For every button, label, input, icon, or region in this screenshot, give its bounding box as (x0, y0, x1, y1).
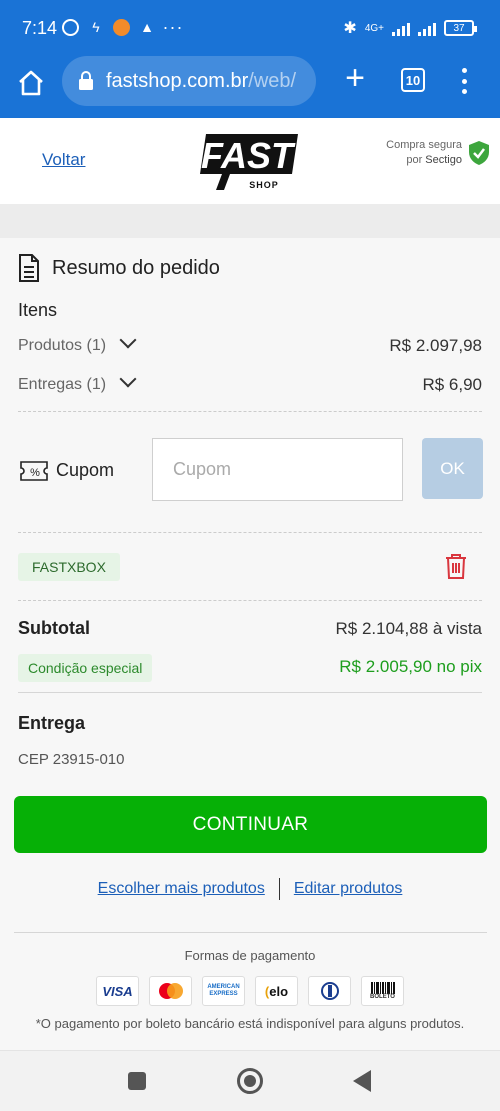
edit-products-link[interactable]: Editar produtos (294, 880, 403, 898)
url-host: fastshop.com.br (106, 69, 249, 92)
shield-check-icon (469, 141, 489, 165)
browser-toolbar: fastshop.com.br/web/ + 10 (0, 56, 500, 118)
status-indicators: ✱ 4G+ 37 (343, 18, 477, 38)
lock-icon (79, 71, 93, 90)
products-row[interactable]: Produtos (1) R$ 2.097,98 (18, 331, 482, 356)
secure-line2: por Sectigo (386, 153, 462, 168)
shipping-heading: Entrega (18, 713, 86, 733)
coupon-label-text: Cupom (56, 460, 115, 480)
fastshop-logo[interactable]: FAST SHOP (200, 128, 300, 192)
secure-by: por (406, 154, 423, 166)
logo-text: FAST (201, 135, 296, 176)
amex-icon: AMERICAN EXPRESS (202, 976, 245, 1006)
alarm-icon (62, 18, 79, 36)
logo-subtext: SHOP (249, 180, 279, 190)
trash-icon[interactable] (444, 552, 468, 580)
secure-brand: Sectigo (425, 154, 462, 166)
overflow-menu-icon[interactable] (456, 66, 472, 96)
diners-icon (308, 976, 351, 1006)
system-navigation-bar (0, 1050, 500, 1111)
diners-logo (320, 982, 339, 1000)
shipping-cep: CEP 23915-010 (18, 751, 125, 768)
elo-icon: (elo (255, 976, 298, 1006)
network-type: 4G+ (364, 22, 384, 34)
divider (14, 932, 487, 933)
coupon-ok-button[interactable]: OK (422, 438, 483, 499)
products-toggle[interactable]: Produtos (1) (18, 331, 137, 355)
divider (18, 692, 482, 693)
chevron-down-icon (119, 370, 137, 388)
pix-price: R$ 2.005,90 no pix (339, 657, 482, 676)
payment-methods-list: VISA AMERICAN EXPRESS (elo BOLETO (0, 976, 500, 1006)
applied-coupon-badge: FASTXBOX (18, 553, 120, 581)
coupon-input[interactable] (152, 438, 403, 501)
boleto-icon: BOLETO (361, 976, 404, 1006)
address-bar[interactable]: fastshop.com.br/web/ (62, 56, 316, 106)
app-notification-icon (113, 18, 130, 36)
delivery-toggle[interactable]: Entregas (1) (18, 370, 137, 394)
status-bar: 7:14 ϟ ▲ ··· ✱ 4G+ 37 (0, 0, 500, 56)
mastercard-icon (149, 976, 192, 1006)
status-time: 7:14 (22, 18, 58, 38)
signal-icon (392, 20, 410, 36)
products-label: Produtos (1) (18, 337, 107, 354)
chevron-down-icon (119, 331, 137, 349)
svg-text:%: % (30, 467, 40, 479)
new-tab-icon[interactable]: + (340, 61, 370, 95)
more-notifications-icon: ··· (162, 16, 184, 37)
order-summary-panel: Resumo do pedido Itens Produtos (1) R$ 2… (0, 238, 500, 1050)
items-heading: Itens (18, 300, 58, 320)
coupon-label: % Cupom (20, 460, 114, 481)
site-header: Voltar FAST SHOP Compra segura por Secti… (0, 118, 500, 204)
tab-switcher-button[interactable]: 10 (401, 68, 425, 92)
secure-text: Compra segura por Sectigo (386, 138, 462, 168)
signal-icon-2 (418, 20, 436, 36)
back-link[interactable]: Voltar (42, 150, 85, 170)
boleto-note: *O pagamento por boleto bancário está in… (35, 1016, 465, 1031)
products-value: R$ 2.097,98 (389, 336, 482, 355)
coupon-ticket-icon: % (20, 460, 48, 481)
special-condition-badge: Condição especial (18, 654, 153, 682)
summary-title-row: Resumo do pedido (18, 254, 220, 282)
document-icon (19, 254, 39, 282)
back-button[interactable] (353, 1070, 371, 1092)
mastercard-logo (158, 983, 183, 999)
page-title: Resumo do pedido (52, 256, 220, 279)
visa-icon: VISA (96, 976, 139, 1006)
continue-button[interactable]: CONTINUAR (14, 796, 487, 853)
delivery-label: Entregas (1) (18, 376, 107, 393)
boleto-text: BOLETO (370, 994, 395, 1000)
amex-text: AMERICAN EXPRESS (207, 984, 240, 997)
link-separator (278, 878, 280, 900)
visa-text: VISA (102, 983, 133, 999)
secure-line1: Compra segura (386, 139, 462, 151)
subtotal-label: Subtotal (18, 618, 90, 638)
elo-text: elo (269, 983, 289, 999)
delivery-row[interactable]: Entregas (1) R$ 6,90 (18, 370, 482, 395)
notification-icons: ϟ ▲ ··· (62, 16, 184, 37)
divider (18, 411, 482, 412)
bolt-icon: ϟ (92, 19, 100, 35)
url-path: /web/ (248, 69, 297, 92)
delivery-value: R$ 6,90 (422, 375, 482, 394)
payment-methods-title: Formas de pagamento (184, 948, 316, 963)
drive-icon: ▲ (140, 19, 154, 35)
home-icon[interactable] (16, 68, 46, 98)
secondary-links: Escolher mais produtos Editar produtos (0, 878, 500, 900)
subtotal-value: R$ 2.104,88 à vista (335, 619, 482, 638)
bluetooth-icon: ✱ (343, 20, 357, 37)
home-button[interactable] (237, 1068, 263, 1094)
barcode-icon (370, 982, 395, 994)
choose-more-products-link[interactable]: Escolher mais produtos (98, 880, 265, 898)
divider (18, 600, 482, 601)
header-spacer (0, 204, 500, 238)
divider (18, 532, 482, 533)
recents-button[interactable] (128, 1072, 146, 1090)
battery-icon: 37 (444, 20, 477, 36)
secure-purchase-badge: Compra segura por Sectigo (386, 138, 490, 168)
